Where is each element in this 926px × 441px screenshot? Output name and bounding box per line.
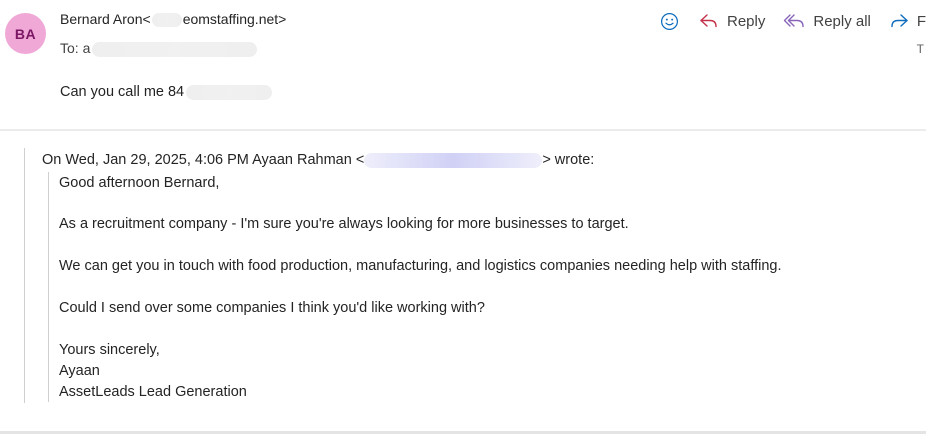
recipient-visible[interactable]: a — [83, 40, 91, 56]
sender-name[interactable]: Bernard Aron — [60, 11, 143, 27]
quoted-paragraph-2: We can get you in touch with food produc… — [59, 258, 782, 274]
quoted-greeting: Good afternoon Bernard, — [59, 175, 220, 191]
redacted-phone — [186, 84, 273, 100]
sender-avatar[interactable]: BA — [5, 13, 46, 54]
from-line: Bernard Aron< eomstaffing.net> — [60, 11, 287, 28]
quoted-paragraph-1: As a recruitment company - I'm sure you'… — [59, 216, 629, 232]
quoted-signature-company: AssetLeads Lead Generation — [59, 384, 247, 400]
to-label: To: — [60, 40, 79, 56]
quoted-paragraph-3: Could I send over some companies I think… — [59, 300, 485, 316]
redacted-quoted-email — [364, 152, 543, 168]
sender-email-domain: eomstaffing.net> — [182, 11, 287, 27]
message-body: Can you call me 84 — [60, 84, 273, 100]
forward-icon — [891, 14, 908, 28]
quoted-signature-name: Ayaan — [59, 363, 100, 379]
message-action-bar: Reply Reply all F — [660, 8, 926, 34]
to-line: To: a — [60, 40, 258, 57]
quote-border-inner — [48, 172, 49, 402]
redacted-recipient — [92, 41, 258, 57]
quote-border-outer — [24, 148, 25, 403]
reply-button[interactable]: Reply — [699, 13, 765, 30]
sender-email-open: < — [142, 11, 151, 27]
attribution-prefix: On Wed, Jan 29, 2025, 4:06 PM Ayaan Rahm… — [42, 152, 365, 168]
message-date: T — [916, 42, 924, 56]
forward-button[interactable]: F — [889, 13, 926, 30]
attribution-suffix: > wrote: — [542, 152, 595, 168]
reply-all-label: Reply all — [813, 12, 871, 30]
quote-attribution: On Wed, Jan 29, 2025, 4:06 PM Ayaan Rahm… — [42, 152, 594, 168]
quoted-signoff: Yours sincerely, — [59, 342, 160, 358]
reply-all-icon — [784, 14, 805, 28]
reply-label: Reply — [727, 12, 766, 30]
message-text: Can you call me 84 — [60, 84, 185, 100]
reply-icon — [700, 14, 717, 28]
smiley-icon — [660, 12, 679, 30]
redacted-sender-email — [151, 13, 182, 28]
reaction-button[interactable] — [660, 12, 679, 31]
reply-all-button[interactable]: Reply all — [783, 13, 871, 30]
forward-label: F — [916, 12, 926, 30]
